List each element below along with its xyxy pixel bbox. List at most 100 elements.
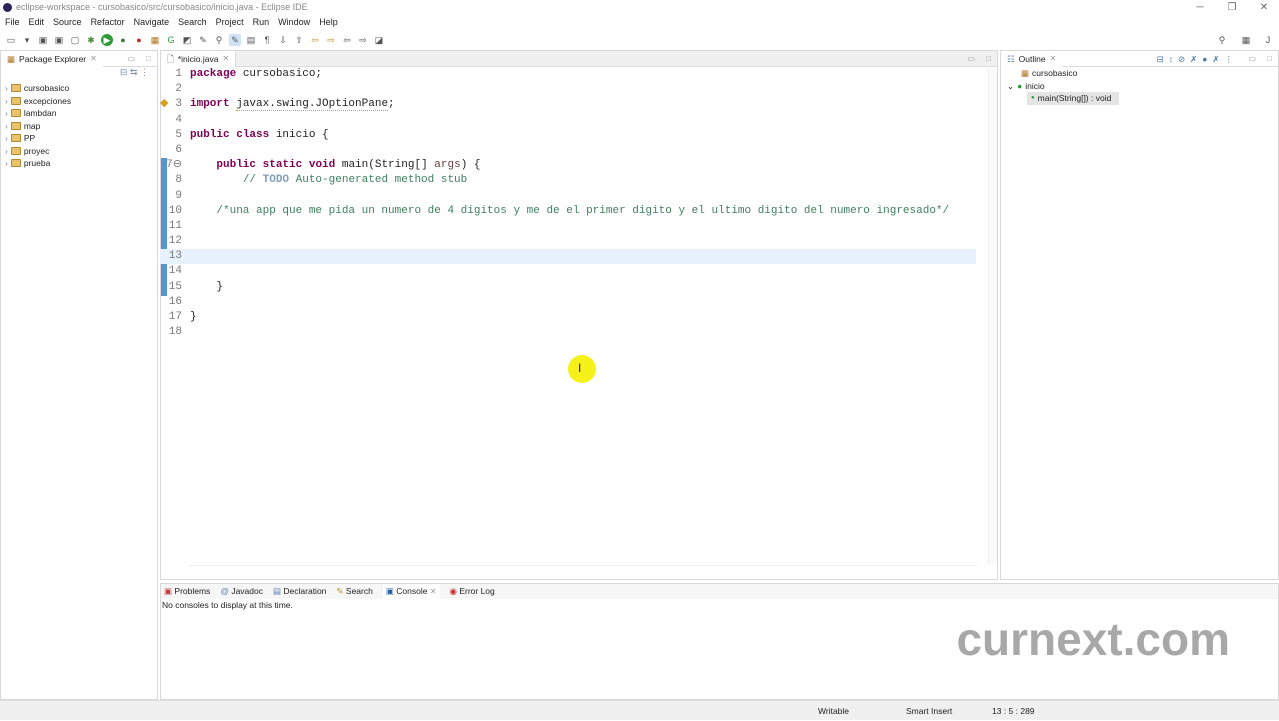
tab-error-log[interactable]: ◉ Error Log	[450, 584, 495, 599]
eclipse-logo-icon	[3, 3, 12, 12]
open-type-icon[interactable]: ◩	[181, 34, 193, 46]
prev-annotation-icon[interactable]: ⇧	[293, 34, 305, 46]
expand-icon[interactable]: ›	[5, 157, 8, 170]
new-icon[interactable]: ▭	[5, 34, 17, 46]
back-icon[interactable]: ⇦	[309, 34, 321, 46]
cursor-highlight	[568, 355, 596, 383]
menu-run[interactable]: Run	[253, 15, 270, 30]
outline-package[interactable]: cursobasico	[1032, 67, 1077, 80]
tab-problems[interactable]: ▣ Problems	[164, 584, 210, 599]
warning-icon[interactable]: ◆	[160, 97, 168, 112]
code-editor[interactable]: 1 package cursobasico; 2 ◆ 3 import javax.s…	[160, 67, 976, 567]
menu-source[interactable]: Source	[53, 15, 82, 30]
public-method-icon: ●	[1031, 95, 1035, 101]
open-icon[interactable]: ▾	[21, 34, 33, 46]
save-all-icon[interactable]: ▣	[53, 34, 65, 46]
close-icon[interactable]: ✕	[222, 51, 229, 67]
close-button[interactable]: ✕	[1249, 0, 1279, 15]
block-select-icon[interactable]: ▤	[245, 34, 257, 46]
tab-console[interactable]: ▣ Console ✕	[382, 584, 440, 599]
expand-icon[interactable]: ›	[5, 107, 8, 120]
expand-icon[interactable]: ›	[5, 82, 8, 95]
project-folder-icon	[10, 96, 21, 105]
tab-search[interactable]: ✎ Search	[336, 584, 372, 599]
link-editor-icon[interactable]: ⇆	[130, 67, 138, 77]
menu-edit[interactable]: Edit	[29, 15, 45, 30]
project-label: excepciones	[23, 95, 72, 106]
view-menu-icon[interactable]: ⋮	[140, 67, 149, 77]
highlight-icon[interactable]: ✎	[229, 34, 241, 46]
menu-bar: File Edit Source Refactor Navigate Searc…	[0, 15, 1279, 30]
save-icon[interactable]: ▣	[37, 34, 49, 46]
terminal-icon[interactable]: ▢	[69, 34, 81, 46]
minimize-icon[interactable]: ▭	[967, 51, 975, 67]
menu-help[interactable]: Help	[319, 15, 338, 30]
collapse-all-icon[interactable]: ⊟	[120, 67, 128, 77]
pin-editor-icon[interactable]: ◪	[373, 34, 385, 46]
pin-icon[interactable]: ⚲	[213, 34, 225, 46]
expand-icon[interactable]: ›	[5, 120, 8, 133]
status-insert-mode[interactable]: Smart Insert	[906, 701, 952, 721]
tab-declaration[interactable]: ▤ Declaration	[273, 584, 326, 599]
new-package-icon[interactable]: ▦	[149, 34, 161, 46]
overview-ruler[interactable]	[988, 69, 997, 564]
close-icon[interactable]: ✕	[1050, 51, 1057, 67]
watermark: curnext.com	[956, 613, 1230, 665]
perspective-icon[interactable]: ▦	[1240, 34, 1252, 46]
forward-icon[interactable]: ⇨	[325, 34, 337, 46]
menu-navigate[interactable]: Navigate	[134, 15, 170, 30]
project-item[interactable]: › map	[1, 120, 157, 133]
menu-project[interactable]: Project	[216, 15, 244, 30]
new-class-icon[interactable]: G	[165, 34, 177, 46]
java-perspective-icon[interactable]: J	[1262, 34, 1274, 46]
project-item[interactable]: › lambdan	[1, 107, 157, 120]
debug-icon[interactable]: ✱	[85, 34, 97, 46]
restore-button[interactable]: ❐	[1217, 0, 1247, 15]
expand-icon[interactable]: ⌄	[1007, 80, 1014, 93]
nav-forward-icon[interactable]: ⇨	[357, 34, 369, 46]
outline-panel: ☷ Outline ✕ ⊟↕⊘✗●✗⋮ ▭ □ ▦ cursobasico ⌄ ● ini…	[1000, 50, 1279, 580]
maximize-icon[interactable]: □	[146, 51, 151, 67]
search-icon[interactable]: ⚲	[1216, 34, 1228, 46]
expand-icon[interactable]: ›	[5, 132, 8, 145]
class-icon: ●	[1017, 80, 1023, 91]
tab-javadoc[interactable]: @ Javadoc	[220, 584, 263, 599]
outline-class[interactable]: inicio	[1025, 80, 1044, 93]
whitespace-icon[interactable]: ¶	[261, 34, 273, 46]
close-icon[interactable]: ✕	[90, 51, 97, 67]
minimize-icon[interactable]: ▭	[1248, 51, 1256, 67]
menu-refactor[interactable]: Refactor	[91, 15, 125, 30]
expand-icon[interactable]: ›	[5, 95, 8, 108]
project-item[interactable]: › PP	[1, 132, 157, 145]
project-item[interactable]: › prueba	[1, 157, 157, 170]
project-item[interactable]: › excepciones	[1, 95, 157, 108]
menu-window[interactable]: Window	[278, 15, 310, 30]
project-folder-icon	[10, 121, 21, 130]
panel-title: Package Explorer	[19, 54, 87, 64]
tab-inicio-java[interactable]: 🗋 *inicio.java ✕	[161, 51, 237, 67]
tab-outline[interactable]: ☷ Outline ✕	[1001, 51, 1063, 67]
package-explorer-panel: ▦ Package Explorer ✕ ▭ □ ⊟ ⇆ ⋮ › cursobasic…	[0, 50, 158, 700]
search-tool-icon[interactable]: ✎	[197, 34, 209, 46]
minimize-button[interactable]: ─	[1185, 0, 1215, 15]
maximize-icon[interactable]: □	[986, 51, 991, 67]
run-icon[interactable]: ▶	[101, 34, 113, 46]
project-item[interactable]: › cursobasico	[1, 82, 157, 95]
minimize-icon[interactable]: ▭	[127, 51, 135, 67]
outline-toolbar[interactable]: ⊟↕⊘✗●✗⋮	[1157, 51, 1238, 67]
project-folder-icon	[10, 84, 21, 93]
tab-package-explorer[interactable]: ▦ Package Explorer ✕	[1, 51, 103, 67]
menu-file[interactable]: File	[5, 15, 20, 30]
project-item[interactable]: › proyec	[1, 145, 157, 158]
expand-icon[interactable]: ›	[5, 145, 8, 158]
outline-method[interactable]: main(String[]) : void	[1038, 92, 1112, 105]
nav-back-icon[interactable]: ⇦	[341, 34, 353, 46]
title-bar: eclipse-workspace - cursobasico/src/curs…	[0, 0, 1279, 15]
maximize-icon[interactable]: □	[1267, 51, 1272, 67]
coverage-icon[interactable]: ●	[117, 34, 129, 46]
project-folder-icon	[10, 159, 21, 168]
project-label: map	[23, 120, 41, 131]
next-annotation-icon[interactable]: ⇩	[277, 34, 289, 46]
external-tools-icon[interactable]: ●	[133, 34, 145, 46]
menu-search[interactable]: Search	[178, 15, 207, 30]
